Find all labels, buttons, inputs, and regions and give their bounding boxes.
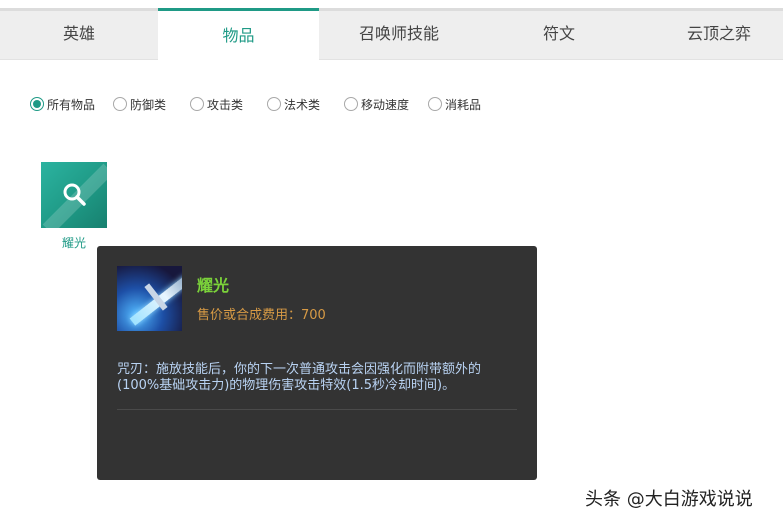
top-strip (0, 0, 783, 8)
filter-label: 攻击类 (207, 97, 244, 112)
sheen-sword-icon (117, 266, 182, 331)
radio-icon[interactable] (344, 97, 358, 111)
filter-defense[interactable]: 防御类 (113, 95, 166, 113)
tooltip-title: 耀光 (197, 276, 230, 295)
filter-all-items[interactable]: 所有物品 (30, 95, 95, 113)
tooltip-cost: 售价或合成费用：700 (197, 308, 326, 323)
radio-selected-icon[interactable] (30, 97, 44, 111)
tab-tft[interactable]: 云顶之弈 (639, 8, 783, 63)
tooltip-divider (117, 409, 517, 410)
tab-heroes[interactable]: 英雄 (0, 8, 158, 63)
filter-label: 防御类 (130, 97, 167, 112)
magnifier-icon (63, 183, 86, 206)
tab-summoner-spells[interactable]: 召唤师技能 (319, 8, 479, 63)
radio-icon[interactable] (428, 97, 442, 111)
filter-label: 消耗品 (445, 97, 482, 112)
radio-icon[interactable] (190, 97, 204, 111)
item-tooltip: 耀光 售价或合成费用：700 咒刃：施放技能后，你的下一次普通攻击会因强化而附带… (97, 246, 537, 480)
watermark: 头条 @大白游戏说说 (585, 489, 753, 510)
radio-icon[interactable] (267, 97, 281, 111)
filter-label: 移动速度 (361, 97, 410, 112)
filter-attack[interactable]: 攻击类 (190, 95, 243, 113)
tooltip-description: 咒刃：施放技能后，你的下一次普通攻击会因强化而附带额外的(100%基础攻击力)的… (117, 362, 482, 393)
filter-label: 法术类 (284, 97, 321, 112)
radio-icon[interactable] (113, 97, 127, 111)
tab-items[interactable]: 物品 (158, 8, 319, 63)
tab-runes[interactable]: 符文 (479, 8, 639, 63)
filter-label: 所有物品 (47, 97, 96, 112)
item-tile-sheen[interactable] (41, 162, 107, 228)
filter-magic[interactable]: 法术类 (267, 95, 320, 113)
filter-movement-speed[interactable]: 移动速度 (344, 95, 409, 113)
filter-consumables[interactable]: 消耗品 (428, 95, 481, 113)
category-tabs: 英雄 物品 召唤师技能 符文 云顶之弈 (0, 8, 783, 63)
